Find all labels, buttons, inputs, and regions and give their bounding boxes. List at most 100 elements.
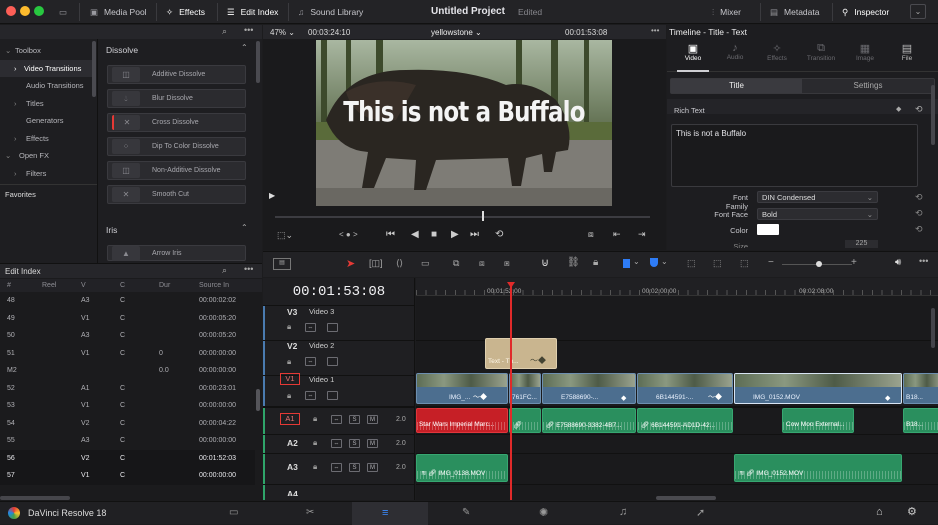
table-row[interactable]: 57 V1 C 00:00:00:00 [0,467,255,485]
flag-icon[interactable] [623,259,630,268]
track-visibility-icon[interactable] [327,391,338,400]
video-clip[interactable]: 6B144591-... 〜◆ [637,373,733,404]
fairlight-page-icon[interactable]: ♫ [619,506,627,518]
overwrite-clip-icon[interactable]: ⧈ [479,258,485,269]
effects-scrollbar[interactable] [256,41,260,83]
fx-cross-dissolve[interactable]: ✕ Cross Dissolve [107,113,246,132]
video-clip[interactable]: 761FC... [509,373,541,404]
timeline-vscroll[interactable] [931,308,935,348]
mute-button[interactable]: M [367,439,378,448]
more-options-icon[interactable]: ••• [919,256,928,266]
audio-clip[interactable]: ≋ 🔗︎ IMG_0152.MOV [734,454,902,482]
track-v3-name[interactable]: Video 3 [309,307,334,316]
tab-image[interactable]: ▦ Image [847,42,883,62]
timeline-tracks[interactable]: 00:01:52:00 00:02:00:00 00:02:08:00 Text… [416,278,938,500]
tab-file[interactable]: ▤ File [889,42,925,62]
marker-icon[interactable] [650,258,658,267]
stop-icon[interactable]: ■ [431,229,437,240]
track-a1-destination[interactable]: A1 [280,413,300,425]
lock-icon[interactable]: 🔒︎ [287,322,291,332]
track-v1-name[interactable]: Video 1 [309,375,334,384]
lock-icon[interactable]: 🔒︎ [313,414,317,424]
inspector-scrollbar[interactable] [931,85,935,145]
tree-item-effects[interactable]: › Effects [0,130,95,148]
volume-icon[interactable]: 🔊︎ [895,257,901,268]
viewer-clip-name[interactable]: yellowstone ⌄ [431,28,482,37]
scrubber-handle[interactable] [482,211,484,221]
table-row[interactable]: 56 V2 C 00:01:52:03 [0,449,255,467]
previous-edit-icon[interactable]: ⇤ [613,229,621,240]
deliver-page-icon[interactable]: ➚ [696,506,705,519]
fx-additive-dissolve[interactable]: ◫ Additive Dissolve [107,65,246,84]
table-row[interactable]: 51 V1 C 0 00:00:00:00 [0,345,255,363]
video-clip[interactable]: IMG_... 〜◆ [416,373,508,404]
video-clip-selected[interactable]: IMG_0152.MOV ◆ [734,373,902,404]
collapse-icon[interactable]: ⌃ [241,223,248,232]
overlay-title-text[interactable]: This is not a Buffalo [343,95,585,128]
fx-arrow-iris[interactable]: ▲ Arrow Iris [107,245,246,261]
table-row[interactable]: 54 V2 C 00:00:04:22 [0,415,255,433]
table-row[interactable]: 52 A1 C 00:00:23:01 [0,380,255,398]
more-options-icon[interactable]: ••• [651,26,659,35]
more-options-icon[interactable]: ••• [244,25,253,35]
replace-clip-icon[interactable]: ⧆ [504,258,510,269]
auto-select-icon[interactable]: ⇔ [305,391,316,400]
zoom-in-icon[interactable]: + [851,257,857,268]
fx-blur-dissolve[interactable]: 💧︎ Blur Dissolve [107,89,246,108]
audio-clip[interactable]: Star Wars Imperial Marc... [416,408,508,433]
tab-audio[interactable]: ♪ Audio [717,42,753,61]
lock-icon[interactable]: 🔒︎ [313,438,317,448]
auto-select-icon[interactable]: ⇔ [331,415,342,424]
audio-clip[interactable]: 🔗︎ 6B144591-AD1D-42... [637,408,733,433]
solo-button[interactable]: S [349,463,360,472]
play-full-icon[interactable]: ▶︎ [269,191,275,200]
table-row[interactable]: 49 V1 C 00:00:05:20 [0,310,255,328]
collapse-icon[interactable]: ⌃ [241,43,248,52]
blade-icon[interactable]: ▭ [421,258,430,269]
edit-index-button[interactable]: ☰ Edit Index [221,0,284,24]
color-page-icon[interactable]: ✺ [539,506,548,519]
selection-pointer-icon[interactable]: ➤ [346,257,355,270]
zoom-slider-handle[interactable] [816,261,822,267]
zoom-window-button[interactable] [34,6,44,16]
audio-clip[interactable]: B18... [903,408,938,433]
loop-icon[interactable]: ⟲ [495,229,503,240]
tab-effects[interactable]: ✧ Effects [759,42,795,62]
zoom-out-icon[interactable]: − [768,257,774,268]
timeline-view-options-icon[interactable]: ▤ [273,258,291,270]
solo-button[interactable]: S [349,415,360,424]
tab-video[interactable]: ▣ Video [675,42,711,62]
go-start-icon[interactable]: ⏮ [386,229,395,240]
effects-button[interactable]: ✧ Effects [160,0,211,24]
tab-transition[interactable]: ⧉ Transition [801,42,841,62]
tree-item-open-fx[interactable]: ⌄ Open FX [0,147,95,165]
custom-zoom-icon[interactable]: ⬚ [740,258,749,269]
match-frame-icon[interactable]: ⧈ [588,229,594,240]
chevron-down-icon[interactable]: ⌄ [661,257,668,266]
auto-select-icon[interactable]: ⇔ [331,463,342,472]
track-v1-destination[interactable]: V1 [280,373,300,385]
subtab-settings[interactable]: Settings [802,79,934,93]
layout-toggle-button[interactable]: ▭ [53,0,73,24]
fusion-page-icon[interactable]: ✎ [462,507,470,518]
edit-index-hscroll[interactable] [0,496,70,500]
viewer-options-icon[interactable]: ⬚⌄ [277,230,293,241]
table-row[interactable]: 53 V1 C 00:00:00:00 [0,397,255,415]
audio-clip[interactable]: Cow Moo External... [782,408,854,433]
reset-icon[interactable]: ⟲ [915,208,923,219]
reset-icon[interactable]: ⟲ [915,104,923,115]
go-end-icon[interactable]: ⏭ [470,229,479,240]
tree-item-toolbox[interactable]: ⌄ Toolbox [0,42,95,60]
playhead[interactable] [510,286,512,500]
keyframe-diamond-icon[interactable]: ◆ [896,105,901,113]
tree-item-video-transitions[interactable]: › Video Transitions [0,59,95,77]
video-frame[interactable]: This is not a Buffalo [316,40,612,206]
media-page-icon[interactable]: ▭ [229,507,238,518]
timeline-ruler[interactable]: 00:01:52:00 00:02:00:00 00:02:08:00 [416,278,938,296]
close-window-button[interactable] [6,6,16,16]
tree-item-audio-transitions[interactable]: Audio Transitions [0,77,95,95]
dynamic-trim-icon[interactable]: ⟨⟩ [396,258,403,269]
more-options-icon[interactable]: ••• [244,264,253,274]
color-swatch[interactable] [757,224,779,235]
track-visibility-icon[interactable] [327,323,338,332]
